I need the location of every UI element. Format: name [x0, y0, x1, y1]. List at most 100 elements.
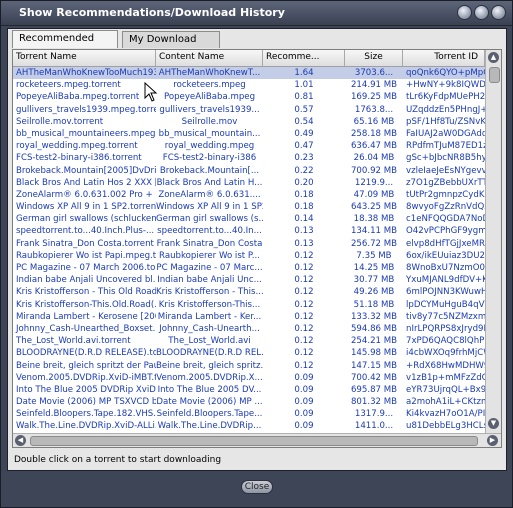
- cell-recommendation: 0.18: [294, 189, 314, 200]
- table-row[interactable]: royal_wedding.mpeg.torrent royal_wedding.…: [13, 140, 485, 152]
- table-row[interactable]: FCS-test2-binary-i386.torrent FCS-test2-b…: [13, 152, 485, 164]
- cell-torrent-id: tiv8y77c5NZMzxmTray: [406, 311, 485, 322]
- cell-size: 1411.0...: [354, 421, 394, 432]
- cell-torrent-id: lpDCYMuHguB4qVYwm: [406, 299, 485, 310]
- table-row[interactable]: gullivers_travels1939.mpeg.torrent gulliv…: [13, 104, 485, 116]
- cell-recommendation: 0.12: [294, 287, 314, 298]
- cell-size: 1219.9...: [354, 177, 394, 188]
- table-row[interactable]: ZoneAlarm® 6.0.631.002 Pro + ... ZoneAlar…: [13, 189, 485, 201]
- cell-size: 18.38 MB: [353, 214, 395, 225]
- table-row[interactable]: The_Lost_World.avi.torrent The_Lost_World…: [13, 335, 485, 347]
- horizontal-scroll-thumb[interactable]: [30, 436, 478, 446]
- cell-content-name: FCS-test2-binary-i386: [162, 153, 257, 164]
- table-row[interactable]: speedtorrent.to...40.Inch.Plus-... speedt…: [13, 225, 485, 237]
- table-row[interactable]: PopeyeAliBaba.mpeg.torrent PopeyeAliBaba.…: [13, 91, 485, 103]
- column-header-size[interactable]: Size: [345, 50, 403, 66]
- column-header-torrent-name[interactable]: Torrent Name: [13, 50, 156, 66]
- cell-size: 169.25 MB: [350, 92, 398, 103]
- cell-torrent-id: 6ox/ikEUuiaz3DU2x+i: [406, 250, 485, 261]
- close-button[interactable]: Close: [241, 480, 273, 494]
- cell-recommendation: 0.12: [294, 323, 314, 334]
- table-row[interactable]: Black Bros And Latin Hos 2 XXX [D...Blac…: [13, 177, 485, 189]
- cell-torrent-name: Windows XP All 9 in 1 SP2.torrent: [16, 202, 156, 213]
- minimize-button[interactable]: [457, 5, 472, 20]
- table-row[interactable]: Johnny_Cash-Unearthed_Boxset... Johnny_Ca…: [13, 323, 485, 335]
- cell-size: 636.47 MB: [350, 141, 398, 152]
- table-row[interactable]: Frank Sinatra_Don Costa.torrent Frank Sin…: [13, 238, 485, 250]
- table-row[interactable]: bb_musical_mountaineers.mpeg.t... bb_musi…: [13, 128, 485, 140]
- scroll-right-arrow-icon[interactable]: ▶: [487, 435, 498, 446]
- cell-recommendation: 0.22: [294, 165, 314, 176]
- cell-content-name: German girl swallows (s...: [156, 214, 263, 225]
- scroll-down-arrow-icon[interactable]: ▼: [488, 418, 499, 429]
- cell-recommendation: 0.81: [294, 92, 314, 103]
- table-row[interactable]: AHTheManWhoKnewTooMuch193... AHTheManWhoK…: [13, 67, 485, 80]
- table-row[interactable]: Brokeback.Mountain[2005]DvDrip... Brokeba…: [13, 165, 485, 177]
- cell-content-name: ZoneAlarm® 6.0.631....: [158, 189, 261, 200]
- table-row[interactable]: Venom.2005.DVDRip.XviD-iMBT.t... Venom.20…: [13, 372, 485, 384]
- table-row[interactable]: German girl swallows (schlucken ... Germa…: [13, 213, 485, 225]
- table-row[interactable]: rocketeers.mpeg.torrent rocketeers.mpeg 1.…: [13, 79, 485, 91]
- cell-torrent-name: bb_musical_mountaineers.mpeg.t...: [16, 128, 156, 139]
- table-row[interactable]: Beine breit, gleich spritzt der Pau... Be…: [13, 360, 485, 372]
- table-row[interactable]: Windows XP All 9 in 1 SP2.torrent Windows…: [13, 201, 485, 213]
- table-row[interactable]: Into The Blue 2005 DVDRip XviD-... Into T…: [13, 384, 485, 396]
- cell-torrent-name: rocketeers.mpeg.torrent: [16, 80, 121, 91]
- cell-torrent-name: Johnny_Cash-Unearthed_Boxset...: [16, 323, 156, 334]
- column-header-recommendation[interactable]: Recomme...: [263, 50, 345, 66]
- column-header-content-name[interactable]: Content Name: [156, 50, 263, 66]
- table-row[interactable]: Raubkopierer Wo ist Papi.mpeg.t... Raubko…: [13, 250, 485, 262]
- cell-size: 47.09 MB: [353, 189, 395, 200]
- cell-content-name: PC Magazine - 07 Marc...: [156, 263, 263, 273]
- column-header-torrent-id[interactable]: Torrent ID: [403, 50, 485, 66]
- title-bar[interactable]: Show Recommendations/Download History: [1, 1, 512, 26]
- cell-recommendation: 1.01: [294, 80, 314, 91]
- cell-size: 258.18 MB: [350, 128, 398, 139]
- cell-recommendation: 0.23: [294, 153, 314, 164]
- cell-recommendation: 0.09: [294, 372, 314, 383]
- table-row[interactable]: Seinfeld.Bloopers.Tape.182.VHS... Seinfel…: [13, 408, 485, 420]
- cell-content-name: Indian babe Anjali Unc...: [157, 275, 262, 286]
- cell-content-name: Kris Kristofferson - This...: [156, 287, 263, 298]
- table-row[interactable]: PC Magazine - 07 March 2006.tor... PC Mag…: [13, 262, 485, 274]
- maximize-button[interactable]: [474, 5, 489, 20]
- cell-size: 695.87 MB: [350, 384, 398, 395]
- horizontal-scrollbar[interactable]: ◀ ▶: [13, 433, 501, 447]
- cell-content-name: Johnny_Cash-Unearth...: [159, 323, 260, 334]
- cell-torrent-id: a2mohA1iL+CKtzmdx2: [406, 397, 485, 408]
- table-row[interactable]: Seilrolle.mov.torrent Seilrolle.mov 0.54 65…: [13, 116, 485, 128]
- vertical-scrollbar[interactable]: ▲ ▼: [485, 50, 501, 433]
- cell-torrent-id: Ki4kvazH7oO1A/PI90: [406, 409, 485, 420]
- close-window-button[interactable]: [491, 5, 506, 20]
- table-row[interactable]: Walk.The.Line.DVDRip.XviD-ALLi... Walk.Th…: [13, 420, 485, 432]
- cell-torrent-id: tUtPr2gmnpzCydKq+Z: [406, 189, 485, 200]
- table-row[interactable]: Kris Kristofferson-This.Old.Road(... Kris…: [13, 299, 485, 311]
- cell-torrent-name: Frank Sinatra_Don Costa.torrent: [16, 238, 154, 249]
- vertical-scroll-thumb[interactable]: [489, 67, 500, 83]
- cell-recommendation: 0.09: [294, 409, 314, 420]
- scroll-left-arrow-icon[interactable]: ◀: [15, 435, 26, 446]
- cell-recommendation: 0.13: [294, 238, 314, 249]
- cell-content-name: BLOODRAYNE(D.R.D REL...: [156, 348, 263, 359]
- cell-torrent-id: nIrLPQRPS8xJryd9DQ: [406, 323, 485, 334]
- table-row[interactable]: Miranda Lambert - Kerosene [200... Mirand…: [13, 311, 485, 323]
- cell-recommendation: 0.12: [294, 250, 314, 261]
- table-header: Torrent Name Content Name Recomme... Siz…: [13, 50, 485, 67]
- cell-size: 700.92 MB: [350, 165, 398, 176]
- scroll-up-arrow-icon[interactable]: ▲: [488, 52, 499, 63]
- cell-size: 643.25 MB: [350, 202, 398, 213]
- cell-content-name: royal_wedding.mpeg: [164, 141, 255, 152]
- table-row[interactable]: Date Movie (2006) MP TSXVCD b... Date Mov…: [13, 396, 485, 408]
- cell-content-name: Miranda Lambert - Ker...: [157, 311, 262, 322]
- table-row[interactable]: Kris Kristofferson - This Old Road ... Kr…: [13, 286, 485, 298]
- table-row[interactable]: Indian babe Anjali Uncovered bl... Indian…: [13, 274, 485, 286]
- cell-torrent-id: 7xPD6QAQC8lQhP+9Bo: [406, 336, 485, 347]
- cell-content-name: The_Lost_World.avi: [168, 336, 251, 347]
- tab-download-history[interactable]: My Download History: [122, 31, 220, 61]
- tab-recommended-torrents[interactable]: Recommended Torrents: [12, 30, 118, 60]
- cell-torrent-name: PC Magazine - 07 March 2006.tor...: [16, 263, 156, 273]
- cell-content-name: Walk.The.Line.DVDRip...: [157, 421, 262, 432]
- cell-torrent-id: YxuMJANL9dfDV+KQPm: [406, 275, 485, 286]
- cell-recommendation: 0.09: [294, 384, 314, 395]
- table-row[interactable]: BLOODRAYNE(D.R.D RELEASE).torr...BLOODRA…: [13, 347, 485, 359]
